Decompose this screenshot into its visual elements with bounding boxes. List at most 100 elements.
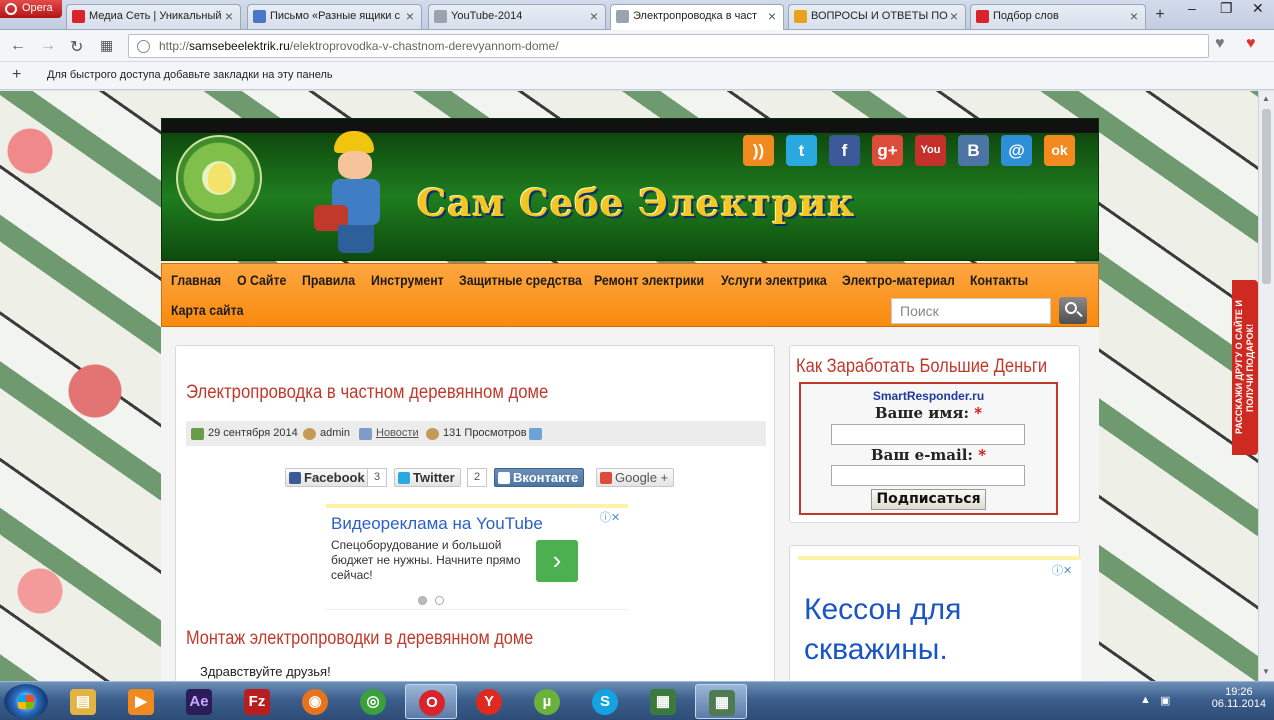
opera-menu-label: Opera [22,2,53,14]
taskbar-firefox[interactable]: ◉ [289,684,341,719]
name-field[interactable] [831,424,1025,445]
vkontakte-icon[interactable]: B [958,135,989,166]
menu-item-contacts[interactable]: Контакты [970,272,1028,288]
tray-clock[interactable]: 19:26 06.11.2014 [1212,686,1266,710]
kesson-ad-text[interactable]: Кессон для скважины. [804,590,1064,670]
site-title[interactable]: Сам Себе Электрик [417,181,855,225]
comments-icon[interactable] [529,428,542,440]
menu-item-services[interactable]: Услуги электрика [721,272,827,288]
menu-item-rules[interactable]: Правила [302,272,355,288]
post-author[interactable]: admin [320,421,350,446]
minimize-icon[interactable]: – [1188,0,1196,16]
tab-youtube[interactable]: YouTube-2014 × [428,4,606,29]
skype-icon: S [592,689,618,715]
twitter-icon[interactable]: t [786,135,817,166]
tab-mediaset[interactable]: Медиа Сеть | Уникальный × [66,4,241,29]
search-input[interactable]: Поиск [891,298,1051,324]
new-tab-button[interactable]: + [1151,6,1169,24]
post-category[interactable]: Новости [376,421,419,446]
odnoklassniki-icon[interactable]: ok [1044,135,1075,166]
ad-headline[interactable]: Видеореклама на YouTube [331,514,543,534]
search-button[interactable] [1059,297,1087,324]
url-field[interactable]: http://samsebeelektrik.ru/elektroprovodk… [128,34,1209,58]
content-area: Электропроводка в частном деревянном дом… [161,327,1099,720]
opera-menu-button[interactable]: Opera [0,0,62,18]
face-shape [338,151,372,179]
close-icon[interactable]: × [768,5,776,28]
start-button[interactable] [4,684,48,719]
scroll-up-icon[interactable]: ▲ [1262,94,1270,103]
menu-item-materials[interactable]: Электро-материал [842,272,955,288]
taskbar-chrome[interactable]: ◎ [347,684,399,719]
close-icon[interactable]: × [950,5,958,28]
tab-elektroprovodka[interactable]: Электропроводка в част × [610,4,784,30]
google-plus-icon[interactable]: g+ [872,135,903,166]
taskbar-skype[interactable]: S [579,684,631,719]
ad-go-button[interactable]: › [536,540,578,582]
maximize-icon[interactable]: ❐ [1220,0,1233,17]
windows-logo-icon [18,695,34,709]
taskbar-after-effects[interactable]: Ae [173,684,225,719]
close-icon[interactable]: × [225,5,233,28]
reload-icon[interactable]: ↻ [70,37,83,57]
carousel-dot-active[interactable] [418,596,427,605]
form-brand[interactable]: SmartResponder.ru [801,389,1056,403]
close-icon[interactable]: × [590,5,598,28]
taskbar-filezilla[interactable]: Fz [231,684,283,719]
scrollbar-thumb[interactable] [1262,109,1271,284]
close-window-icon[interactable]: ✕ [1252,0,1264,17]
email-label-text: Ваш e-mail: [870,446,973,464]
post-title[interactable]: Электропроводка в частном деревянном дом… [186,382,548,404]
share-facebook-button[interactable]: Facebook [285,468,371,487]
taskbar-explorer[interactable]: ▤ [57,684,109,719]
site-logo[interactable] [176,135,262,221]
scroll-down-icon[interactable]: ▼ [1262,667,1270,676]
add-bookmark-icon[interactable]: + [12,66,21,84]
taskbar-yandex[interactable]: Y [463,684,515,719]
site-info-icon[interactable] [137,40,150,53]
menu-item-sitemap[interactable]: Карта сайта [171,302,244,318]
bookmark-heart-icon[interactable]: ♥ [1215,35,1225,53]
browser-tab-bar: Opera Медиа Сеть | Уникальный × Письмо «… [0,0,1274,30]
utorrent-icon: µ [534,689,560,715]
taskbar-media-player[interactable]: ▶ [115,684,167,719]
menu-item-about[interactable]: О Сайте [237,272,286,288]
close-icon[interactable]: × [1130,5,1138,28]
taskbar-camtasia[interactable]: ▦ [637,684,689,719]
adchoices-icon[interactable]: ⓘ✕ [1052,562,1072,578]
share-google-button[interactable]: Google + [596,468,675,487]
tab-podbor-slov[interactable]: Подбор слов × [970,4,1146,29]
forward-icon[interactable]: → [40,37,56,55]
tab-label: YouTube-2014 [451,10,523,22]
email-field[interactable] [831,465,1025,486]
menu-item-repair[interactable]: Ремонт электрики [594,272,704,288]
youtube-icon[interactable]: You [915,135,946,166]
menu-item-home[interactable]: Главная [171,272,221,288]
mail-at-icon[interactable]: @ [1001,135,1032,166]
filezilla-icon: Fz [244,689,270,715]
share-gift-banner[interactable]: РАССКАЖИ ДРУГУ О САЙТЕ И ПОЛУЧИ ПОДАРОК! [1232,280,1258,455]
adchoices-icon[interactable]: ⓘ✕ [600,509,620,525]
taskbar-utorrent[interactable]: µ [521,684,573,719]
carousel-dot[interactable] [435,596,444,605]
page-scrollbar[interactable]: ▲ ▼ [1258,91,1274,681]
speed-dial-icon[interactable]: ▦ [100,37,113,54]
tab-voprosy[interactable]: ВОПРОСЫ И ОТВЕТЫ ПО × [788,4,966,29]
folder-icon [359,428,372,440]
menu-item-protection[interactable]: Защитные средства [459,272,582,288]
opera-extension-icon[interactable]: ♥ [1246,35,1256,53]
taskbar-opera[interactable]: O [405,684,457,719]
close-icon[interactable]: × [406,5,414,28]
tray-expand-icon[interactable]: ▲ [1140,694,1154,706]
menu-item-tools[interactable]: Инструмент [371,272,444,288]
subscribe-button[interactable]: Подписаться [871,489,986,510]
share-twitter-button[interactable]: Twitter [394,468,461,487]
network-icon[interactable]: ▣ [1160,694,1174,707]
facebook-icon[interactable]: f [829,135,860,166]
taskbar-recorder[interactable]: ▦ [695,684,747,719]
share-vkontakte-button[interactable]: Вконтакте [494,468,585,487]
back-icon[interactable]: ← [10,37,26,55]
youtube-video-ad[interactable]: ⓘ✕ Видеореклама на YouTube Спецоборудова… [326,504,628,610]
tab-mail[interactable]: Письмо «Разные ящики с × [247,4,422,29]
rss-icon[interactable]: )) [743,135,774,166]
